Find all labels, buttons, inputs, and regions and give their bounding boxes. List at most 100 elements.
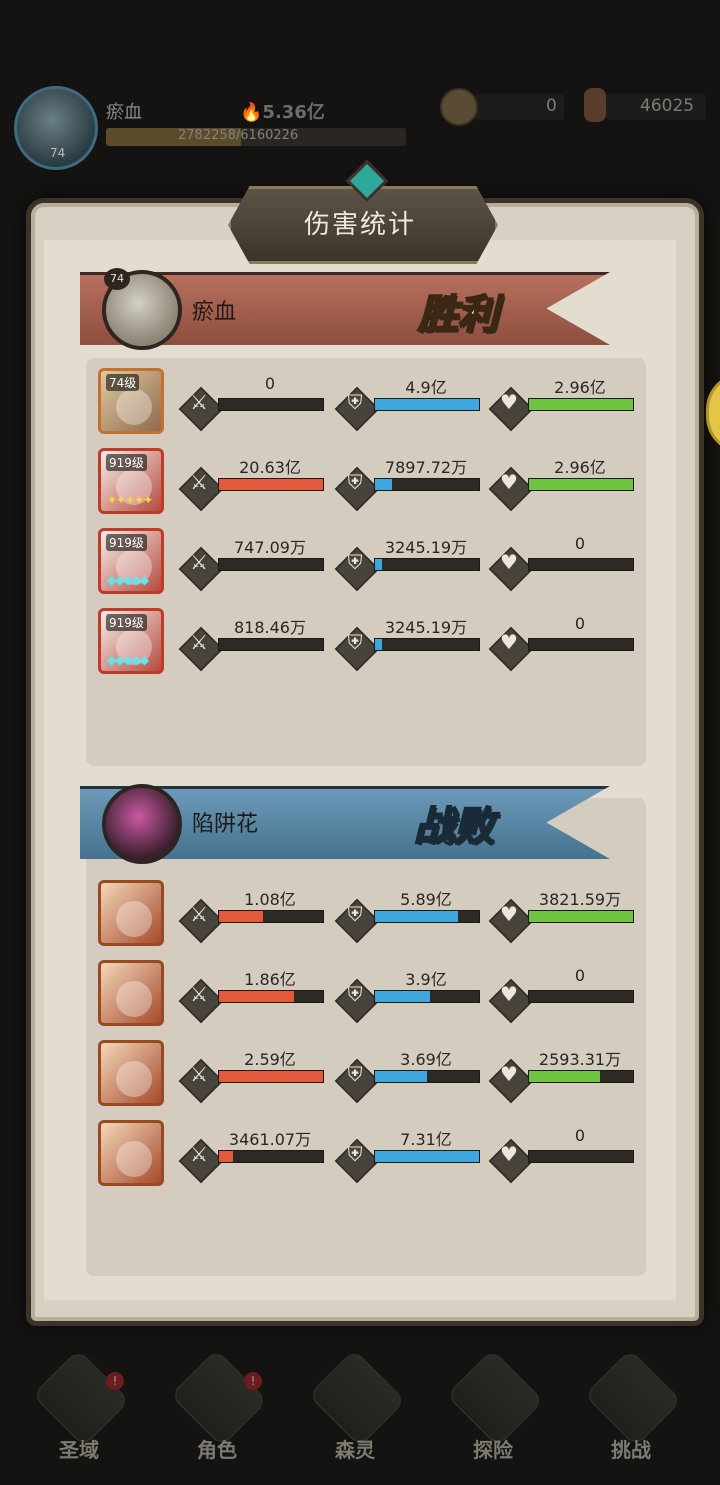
shield-icon: ⛨	[347, 1142, 363, 1166]
nav-art-icon	[307, 1348, 407, 1448]
shield-icon: ⛨	[347, 550, 363, 574]
taken-stat: ⛨ 7.31亿	[334, 1124, 480, 1184]
taken-bar	[374, 1150, 480, 1163]
heal-stat: ♥ 2.96亿	[488, 452, 634, 512]
side-tab-button[interactable]	[706, 372, 720, 454]
damage-bar	[218, 558, 324, 571]
taken-bar	[374, 638, 480, 651]
sword-icon: ⚔	[190, 1142, 208, 1166]
heal-value: 0	[574, 614, 586, 633]
nav-item[interactable]: 森灵	[290, 1348, 420, 1470]
taken-value: 3.69亿	[400, 1050, 452, 1069]
nav-label: 圣域	[59, 1438, 99, 1462]
taken-bar	[374, 398, 480, 411]
sword-icon: ⚔	[190, 982, 208, 1006]
nav-label: 森灵	[335, 1438, 375, 1462]
team-avatar-enemy	[102, 784, 182, 864]
hero-stars: ◆◆◆◆◆	[107, 573, 149, 587]
damage-value: 0	[264, 374, 276, 393]
sword-icon: ⚔	[190, 390, 208, 414]
heart-plus-icon: ♥	[500, 1062, 518, 1086]
taken-value: 3.9亿	[405, 970, 447, 989]
player-level: 74	[50, 146, 66, 160]
notification-badge: !	[106, 1372, 124, 1390]
damage-bar	[218, 638, 324, 651]
hero-portrait[interactable]: 919级 ◆◆◆◆◆	[98, 608, 164, 674]
taken-stat: ⛨ 3.9亿	[334, 964, 480, 1024]
taken-stat: ⛨ 3245.19万	[334, 612, 480, 672]
sword-icon: ⚔	[190, 470, 208, 494]
heal-bar-fill	[529, 1071, 600, 1082]
taken-bar-fill	[375, 399, 479, 410]
hero-level: 919级	[106, 454, 147, 471]
heal-bar	[528, 1150, 634, 1163]
taken-bar-fill	[375, 911, 459, 922]
hero-portrait[interactable]: 74级	[98, 368, 164, 434]
bottom-nav: 圣域! 角色! 森灵 探险 挑战	[0, 1348, 720, 1485]
hero-portrait[interactable]	[98, 1040, 164, 1106]
taken-bar-fill	[375, 1151, 479, 1162]
heal-stat: ♥ 0	[488, 532, 634, 592]
taken-stat: ⛨ 5.89亿	[334, 884, 480, 944]
taken-stat: ⛨ 4.9亿	[334, 372, 480, 432]
damage-bar	[218, 1070, 324, 1083]
heal-stat: ♥ 3821.59万	[488, 884, 634, 944]
damage-bar-fill	[219, 479, 323, 490]
damage-value: 747.09万	[234, 538, 306, 557]
hero-row: 919级 ◆◆◆◆◆ ⚔ 818.46万 ⛨ 3245.19万 ♥ 0	[98, 608, 638, 678]
heal-stat: ♥ 2.96亿	[488, 372, 634, 432]
damage-bar-fill	[219, 991, 294, 1002]
player-name: 瘀血	[106, 102, 142, 123]
team-stats-box-enemy	[86, 798, 646, 1276]
hero-row: ⚔ 1.86亿 ⛨ 3.9亿 ♥ 0	[98, 960, 638, 1030]
damage-bar	[218, 398, 324, 411]
heal-stat: ♥ 0	[488, 964, 634, 1024]
heal-stat: ♥ 2593.31万	[488, 1044, 634, 1104]
shield-icon: ⛨	[347, 630, 363, 654]
hero-face	[116, 1061, 152, 1097]
damage-value: 1.08亿	[244, 890, 296, 909]
nav-item[interactable]: 角色!	[152, 1348, 282, 1470]
power-value: 🔥5.36亿	[240, 102, 325, 123]
heart-plus-icon: ♥	[500, 630, 518, 654]
hero-row: ⚔ 3461.07万 ⛨ 7.31亿 ♥ 0	[98, 1120, 638, 1190]
gem-icon	[584, 88, 606, 122]
damage-bar	[218, 1150, 324, 1163]
damage-stat: ⚔ 0	[178, 372, 324, 432]
heal-value: 2.96亿	[554, 378, 606, 397]
heart-plus-icon: ♥	[500, 982, 518, 1006]
hero-portrait[interactable]	[98, 960, 164, 1026]
nav-item[interactable]: 挑战	[566, 1348, 696, 1470]
damage-value: 2.59亿	[244, 1050, 296, 1069]
damage-stat: ⚔ 20.63亿	[178, 452, 324, 512]
shield-icon: ⛨	[347, 390, 363, 414]
nav-item[interactable]: 圣域!	[14, 1348, 144, 1470]
heal-bar	[528, 638, 634, 651]
taken-bar	[374, 558, 480, 571]
nav-art-icon	[445, 1348, 545, 1448]
exp-text: 2782258/6160226	[178, 128, 299, 143]
heal-bar-fill	[529, 911, 633, 922]
damage-stat: ⚔ 1.08亿	[178, 884, 324, 944]
taken-bar-fill	[375, 559, 383, 570]
hero-portrait[interactable]: 919级 ◆◆◆◆◆	[98, 528, 164, 594]
sword-icon: ⚔	[190, 902, 208, 926]
nav-label: 角色	[197, 1438, 237, 1462]
damage-bar	[218, 990, 324, 1003]
taken-bar	[374, 910, 480, 923]
heal-stat: ♥ 0	[488, 1124, 634, 1184]
heal-bar	[528, 558, 634, 571]
hero-face	[116, 901, 152, 937]
hero-row: 919级 ◆◆◆◆◆ ⚔ 747.09万 ⛨ 3245.19万 ♥ 0	[98, 528, 638, 598]
hero-portrait[interactable]: 919级 ✦✦✦✦✦	[98, 448, 164, 514]
damage-value: 818.46万	[234, 618, 306, 637]
damage-stat: ⚔ 818.46万	[178, 612, 324, 672]
team-name-ally: 瘀血	[192, 300, 237, 325]
notification-badge: !	[244, 1372, 262, 1390]
damage-value: 20.63亿	[239, 458, 301, 477]
team-level-ally: 74	[104, 268, 130, 290]
heal-bar	[528, 990, 634, 1003]
hero-portrait[interactable]	[98, 880, 164, 946]
hero-portrait[interactable]	[98, 1120, 164, 1186]
nav-item[interactable]: 探险	[428, 1348, 558, 1470]
